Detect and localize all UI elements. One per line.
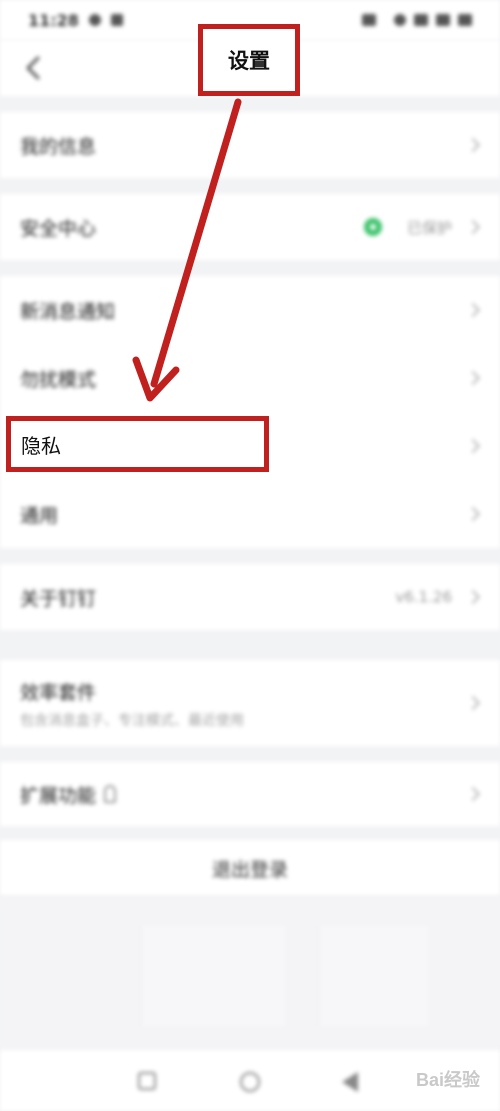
settings-item-general[interactable]: 通用 bbox=[0, 480, 500, 548]
settings-item-label: 效率套件 bbox=[20, 682, 97, 704]
battery-icon bbox=[458, 14, 472, 26]
cellular-icon bbox=[436, 14, 450, 26]
settings-item-privacy[interactable]: 隐私 bbox=[6, 416, 269, 472]
placeholder-tile bbox=[318, 926, 428, 1026]
shield-check-icon bbox=[364, 218, 382, 236]
group-efficiency: 效率套件 包含消息盒子、专注模式、最近使用 bbox=[0, 660, 500, 746]
settings-item-extensions[interactable]: 扩展功能 bbox=[0, 762, 500, 826]
settings-item-label: 安全中心 bbox=[20, 217, 97, 240]
chevron-right-icon bbox=[465, 506, 481, 522]
group-about: 关于钉钉 v6.1.26 bbox=[0, 564, 500, 630]
blank-area bbox=[0, 896, 500, 1050]
security-status: 已保护 bbox=[406, 218, 452, 237]
settings-item-notifications[interactable]: 新消息通知 bbox=[0, 276, 500, 344]
chevron-right-icon bbox=[465, 219, 481, 235]
chevron-right-icon bbox=[465, 137, 481, 153]
settings-item-do-not-disturb[interactable]: 勿扰模式 bbox=[0, 344, 500, 412]
settings-item-label: 扩展功能 bbox=[20, 784, 97, 807]
placeholder-tile bbox=[140, 926, 285, 1026]
recent-apps-icon[interactable] bbox=[138, 1072, 156, 1090]
home-icon[interactable] bbox=[240, 1072, 260, 1092]
person-icon bbox=[104, 785, 117, 803]
group-security: 安全中心 已保护 bbox=[0, 194, 500, 260]
settings-item-label: 通用 bbox=[20, 504, 59, 527]
chevron-right-icon bbox=[465, 370, 481, 386]
page-title: 设置 bbox=[198, 24, 300, 96]
vibrate-icon bbox=[394, 14, 406, 26]
logout-button[interactable]: 退出登录 bbox=[0, 840, 500, 896]
status-time: 11:28 bbox=[28, 10, 79, 30]
group-general: 新消息通知 勿扰模式 通用 bbox=[0, 276, 500, 548]
settings-item-security-center[interactable]: 安全中心 已保护 bbox=[0, 194, 500, 260]
settings-item-about[interactable]: 关于钉钉 v6.1.26 bbox=[0, 564, 500, 630]
app-notification-icon bbox=[110, 14, 123, 26]
back-icon[interactable] bbox=[342, 1072, 358, 1092]
chevron-right-icon bbox=[465, 695, 481, 711]
chevron-right-icon bbox=[465, 438, 481, 454]
watermark: Bai经验 bbox=[415, 1070, 480, 1090]
group-my-info: 我的信息 bbox=[0, 112, 500, 178]
wifi-icon bbox=[414, 14, 428, 26]
settings-item-label: 关于钉钉 bbox=[20, 587, 97, 610]
settings-item-label: 新消息通知 bbox=[20, 300, 116, 323]
settings-item-my-info[interactable]: 我的信息 bbox=[0, 112, 500, 178]
signal-icon bbox=[362, 14, 376, 26]
back-arrow-icon[interactable] bbox=[22, 54, 46, 82]
chevron-right-icon bbox=[465, 786, 481, 802]
settings-item-efficiency-suite[interactable]: 效率套件 包含消息盒子、专注模式、最近使用 bbox=[0, 660, 500, 746]
chevron-right-icon bbox=[465, 589, 481, 605]
settings-item-label: 我的信息 bbox=[20, 135, 97, 158]
chevron-right-icon bbox=[465, 302, 481, 318]
group-extensions: 扩展功能 bbox=[0, 762, 500, 826]
notification-icon bbox=[88, 14, 101, 26]
settings-item-subtitle: 包含消息盒子、专注模式、最近使用 bbox=[20, 713, 244, 729]
version-text: v6.1.26 bbox=[395, 588, 452, 606]
settings-item-label: 勿扰模式 bbox=[20, 368, 97, 391]
